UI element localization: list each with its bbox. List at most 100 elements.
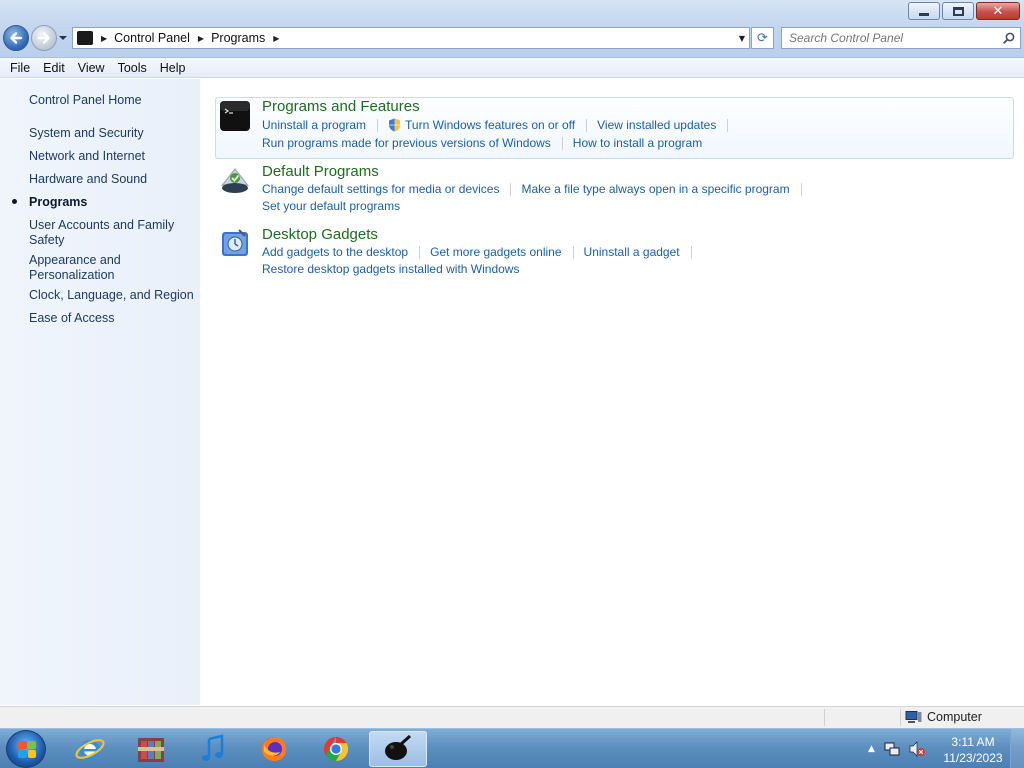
sidebar-item-appearance[interactable]: Appearance and Personalization bbox=[29, 253, 139, 283]
archive-manager-icon bbox=[138, 738, 164, 762]
start-button[interactable] bbox=[6, 730, 46, 768]
breadcrumb-programs[interactable]: Programs bbox=[211, 31, 265, 45]
network-icon[interactable] bbox=[884, 741, 900, 757]
divider bbox=[586, 118, 588, 132]
divider bbox=[377, 118, 379, 132]
task-row: Set your default programs bbox=[262, 199, 400, 213]
link-uninstall-gadget[interactable]: Uninstall a gadget bbox=[584, 245, 680, 259]
link-restore-gadgets[interactable]: Restore desktop gadgets installed with W… bbox=[262, 262, 519, 276]
volume-muted-icon[interactable] bbox=[909, 741, 925, 757]
link-set-default-programs[interactable]: Set your default programs bbox=[262, 199, 400, 213]
category-title-desktop-gadgets[interactable]: Desktop Gadgets bbox=[262, 226, 378, 243]
show-hidden-icons-icon[interactable]: ▲ bbox=[868, 744, 875, 754]
desktop-gadgets-icon[interactable] bbox=[219, 228, 251, 260]
default-programs-icon[interactable] bbox=[219, 164, 251, 196]
sidebar: Control Panel Home System and Security N… bbox=[0, 79, 200, 705]
breadcrumb-separator-icon[interactable]: ▶ bbox=[101, 34, 107, 43]
link-view-installed-updates[interactable]: View installed updates bbox=[597, 118, 716, 132]
firefox-icon bbox=[262, 737, 286, 761]
status-location: Computer bbox=[905, 710, 982, 724]
sidebar-item-user-accounts[interactable]: User Accounts and Family Safety bbox=[29, 218, 179, 248]
sidebar-item-network-internet[interactable]: Network and Internet bbox=[29, 149, 197, 164]
breadcrumb-separator-icon[interactable]: ▶ bbox=[273, 34, 279, 43]
link-windows-features[interactable]: Turn Windows features on or off bbox=[405, 118, 575, 132]
divider bbox=[727, 118, 729, 132]
task-row: Add gadgets to the desktop Get more gadg… bbox=[262, 245, 702, 259]
sidebar-item-clock-language[interactable]: Clock, Language, and Region bbox=[29, 288, 197, 303]
divider bbox=[419, 245, 421, 259]
active-item-bullet bbox=[12, 199, 17, 204]
taskbar-control-panel[interactable] bbox=[369, 731, 427, 767]
chrome-icon bbox=[323, 737, 349, 761]
link-change-media-defaults[interactable]: Change default settings for media or dev… bbox=[262, 182, 499, 196]
status-bar: Computer bbox=[0, 706, 1024, 728]
link-uninstall-program[interactable]: Uninstall a program bbox=[262, 118, 366, 132]
music-note-icon bbox=[202, 734, 224, 761]
link-run-older-programs[interactable]: Run programs made for previous versions … bbox=[262, 136, 551, 150]
back-button[interactable] bbox=[3, 25, 29, 51]
taskbar-chrome[interactable] bbox=[307, 731, 365, 767]
forward-button[interactable] bbox=[31, 25, 57, 51]
show-desktop-button[interactable] bbox=[1010, 729, 1024, 768]
task-row: Restore desktop gadgets installed with W… bbox=[262, 262, 519, 276]
link-get-more-gadgets[interactable]: Get more gadgets online bbox=[430, 245, 561, 259]
menu-edit[interactable]: Edit bbox=[37, 61, 71, 75]
link-add-gadgets[interactable]: Add gadgets to the desktop bbox=[262, 245, 408, 259]
windows-logo-icon bbox=[18, 741, 36, 758]
computer-icon bbox=[905, 710, 922, 723]
taskbar-archive-manager[interactable] bbox=[122, 731, 180, 767]
refresh-button[interactable]: ⟳ bbox=[751, 27, 774, 49]
divider bbox=[800, 182, 802, 196]
divider bbox=[572, 245, 574, 259]
menu-bar: File Edit View Tools Help bbox=[0, 58, 1024, 78]
breadcrumb-control-panel[interactable]: Control Panel bbox=[114, 31, 190, 45]
menu-view[interactable]: View bbox=[72, 61, 111, 75]
taskbar: ▲ 3:11 AM 11/23/2023 bbox=[0, 728, 1024, 768]
control-panel-icon bbox=[77, 31, 93, 45]
sidebar-item-system-security[interactable]: System and Security bbox=[29, 126, 197, 141]
taskbar-internet-explorer[interactable] bbox=[61, 731, 119, 767]
close-button[interactable]: ✕ bbox=[976, 2, 1020, 20]
sidebar-item-control-panel-home[interactable]: Control Panel Home bbox=[29, 93, 197, 108]
category-title-programs-features[interactable]: Programs and Features bbox=[262, 98, 420, 115]
divider bbox=[510, 182, 512, 196]
internet-explorer-icon bbox=[75, 739, 105, 760]
sidebar-item-ease-of-access[interactable]: Ease of Access bbox=[29, 311, 197, 326]
address-dropdown-icon[interactable]: ▼ bbox=[739, 34, 745, 43]
window-controls: ✕ bbox=[908, 2, 1020, 20]
status-divider bbox=[900, 709, 901, 726]
clock[interactable]: 3:11 AM 11/23/2023 bbox=[936, 734, 1010, 766]
search-icon[interactable] bbox=[1003, 32, 1015, 44]
recent-pages-dropdown-icon[interactable] bbox=[58, 34, 68, 42]
restore-button[interactable] bbox=[942, 2, 974, 20]
control-panel-app-icon bbox=[385, 734, 412, 760]
taskbar-itunes[interactable] bbox=[184, 731, 242, 767]
refresh-icon: ⟳ bbox=[757, 30, 768, 46]
task-row: Uninstall a program Turn Windows feature… bbox=[262, 118, 738, 132]
status-divider bbox=[824, 709, 825, 726]
link-how-to-install[interactable]: How to install a program bbox=[573, 136, 702, 150]
address-bar[interactable]: ▶ Control Panel ▶ Programs ▶ ▼ bbox=[72, 27, 750, 49]
taskbar-firefox[interactable] bbox=[245, 731, 303, 767]
search-input[interactable] bbox=[782, 28, 992, 48]
clock-date: 11/23/2023 bbox=[943, 751, 1003, 765]
menu-tools[interactable]: Tools bbox=[112, 61, 153, 75]
minimize-button[interactable] bbox=[908, 2, 940, 20]
window-title-bar: ✕ ▶ Control Panel ▶ Programs ▶ ▼ ⟳ bbox=[0, 0, 1024, 58]
divider bbox=[561, 136, 563, 150]
breadcrumb-separator-icon[interactable]: ▶ bbox=[198, 34, 204, 43]
menu-help[interactable]: Help bbox=[154, 61, 192, 75]
close-icon: ✕ bbox=[992, 3, 1004, 19]
search-box[interactable] bbox=[781, 27, 1021, 49]
minimize-icon bbox=[919, 12, 929, 16]
programs-features-icon[interactable] bbox=[219, 100, 251, 132]
link-file-type-association[interactable]: Make a file type always open in a specif… bbox=[521, 182, 789, 196]
divider bbox=[690, 245, 692, 259]
sidebar-item-hardware-sound[interactable]: Hardware and Sound bbox=[29, 172, 197, 187]
sidebar-item-programs[interactable]: Programs bbox=[29, 195, 197, 210]
menu-file[interactable]: File bbox=[4, 61, 36, 75]
back-arrow-icon bbox=[10, 32, 23, 44]
main-content: Programs and Features Uninstall a progra… bbox=[200, 79, 1024, 705]
category-title-default-programs[interactable]: Default Programs bbox=[262, 163, 379, 180]
task-row: Run programs made for previous versions … bbox=[262, 136, 702, 150]
